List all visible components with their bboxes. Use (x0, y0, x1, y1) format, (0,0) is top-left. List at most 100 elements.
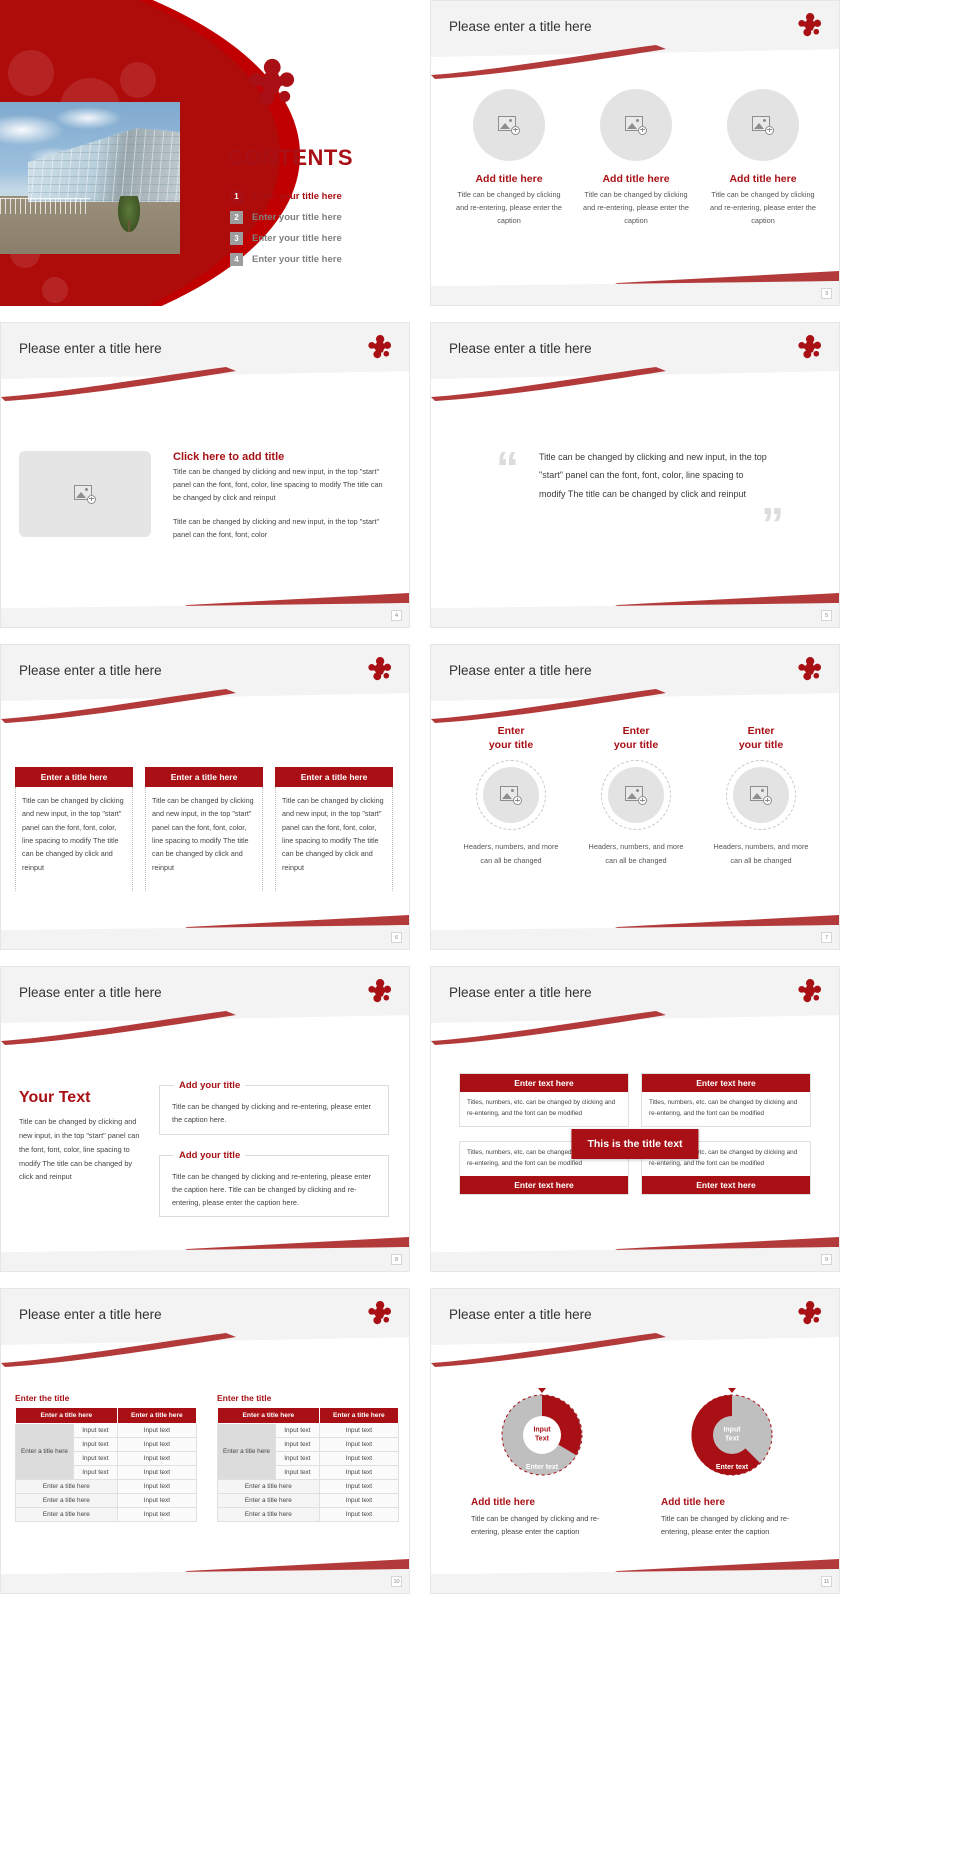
quadrant-body: Titles, numbers, etc. can be changed by … (649, 1099, 798, 1117)
info-box-2[interactable]: Add your title Title can be changed by c… (159, 1150, 389, 1217)
contents-item-1[interactable]: 1 Enter your title here (230, 190, 410, 203)
add-image-icon (625, 785, 647, 805)
image-placeholder-box[interactable] (19, 451, 151, 537)
slide-thumbnail-8[interactable]: Please enter a title here Enter text her… (430, 966, 840, 1272)
table-cell: Input text (116, 1479, 198, 1494)
page-number: 11 (821, 1576, 832, 1587)
page-number: 8 (391, 1254, 402, 1265)
slide-thumbnail-7[interactable]: Please enter a title here Your Text Titl… (0, 966, 410, 1272)
slide-thumbnail-9[interactable]: Please enter a title here Enter the titl… (0, 1288, 410, 1594)
contents-item-3[interactable]: 3 Enter your title here (230, 232, 410, 245)
decor-circle (42, 277, 68, 303)
ring-item[interactable]: Enter your title Headers, numbers, and m… (457, 725, 565, 867)
table-header-row: Enter a title here Enter a title here (217, 1407, 400, 1424)
slide-title: Please enter a title here (19, 1307, 162, 1322)
page-number: 5 (821, 610, 832, 621)
slide-thumbnail-4[interactable]: Please enter a title here “ Title can be… (430, 322, 840, 628)
page-number: 4 (391, 610, 402, 621)
image-placeholder-circle[interactable] (733, 767, 789, 824)
donut-title: Add title here (661, 1497, 725, 1508)
page-number: 10 (391, 1576, 402, 1587)
ring-caption: Headers, numbers, and more can all be ch… (463, 842, 559, 865)
center-title-badge[interactable]: This is the title text (571, 1129, 699, 1159)
image-placeholder-circle[interactable] (600, 89, 672, 161)
table-cell: Input text (73, 1423, 118, 1438)
table-footer-row: Enter a title here Input text (217, 1507, 400, 1522)
slide-footer (431, 1247, 839, 1271)
ring-title: Enter your title (488, 725, 534, 751)
slide-title: Please enter a title here (19, 341, 162, 356)
donut-chart-group: Input Text Enter text Add title here Tit… (467, 1385, 807, 1538)
table-cell: Enter a title here (15, 1493, 118, 1508)
slide-thumbnail-5[interactable]: Please enter a title here Enter a title … (0, 644, 410, 950)
ring-caption: Headers, numbers, and more can all be ch… (713, 842, 809, 865)
image-placeholder-circle[interactable] (727, 89, 799, 161)
card-item[interactable]: Enter a title here Title can be changed … (275, 767, 393, 891)
column-item[interactable]: Add title here Title can be changed by c… (580, 89, 692, 227)
contents-item-2[interactable]: 2 Enter your title here (230, 211, 410, 224)
content-heading: Click here to add title (173, 451, 285, 463)
contents-number: 1 (230, 190, 243, 203)
card-item[interactable]: Enter a title here Title can be changed … (15, 767, 133, 891)
flower-logo-icon (365, 977, 393, 1005)
info-box-1[interactable]: Add your title Title can be changed by c… (159, 1080, 389, 1135)
image-placeholder-circle[interactable] (473, 89, 545, 161)
donut-chart-2[interactable]: Input Text Enter text Add title here Tit… (657, 1385, 807, 1538)
table-group: Enter the title Enter a title here Enter… (15, 1393, 400, 1522)
flower-logo-icon (795, 1299, 823, 1327)
slide-thumbnail-3[interactable]: Please enter a title here Click here to … (0, 322, 410, 628)
table-header-cell: Enter a title here (116, 1407, 198, 1424)
content-paragraph-1: Title can be changed by clicking and new… (173, 467, 383, 502)
slide-thumbnail-2[interactable]: Please enter a title here Add title here… (430, 0, 840, 306)
ring-title: Enter your title (738, 725, 784, 751)
data-table[interactable]: Enter a title here Enter a title here En… (15, 1407, 198, 1522)
image-placeholder-circle[interactable] (483, 767, 539, 824)
dashed-ring (726, 760, 796, 831)
quadrant-caption: Enter text here (642, 1176, 810, 1194)
cover-right-panel: CONTENTS 1 Enter your title here 2 Enter… (180, 0, 410, 306)
table-cell: Input text (275, 1423, 320, 1438)
quote-close-icon: ” (761, 498, 784, 550)
quadrant-caption: Enter text here (460, 1176, 628, 1194)
slide-footer (1, 603, 409, 627)
column-heading: Add title here (729, 173, 797, 185)
table-cell: Input text (73, 1437, 118, 1452)
dashed-ring (601, 760, 671, 831)
donut-title: Add title here (471, 1497, 535, 1508)
contents-label: Enter your title here (252, 191, 342, 202)
table-cell: Enter a title here (217, 1493, 320, 1508)
donut-inner-label: Input Text (723, 1426, 741, 1442)
slide-footer (1, 1247, 409, 1271)
image-placeholder-circle[interactable] (608, 767, 664, 824)
table-row: Enter a title here Input text Input text (217, 1423, 400, 1480)
column-body: Title can be changed by clicking and re-… (583, 190, 689, 225)
slide-thumbnail-1[interactable]: CONTENTS 1 Enter your title here 2 Enter… (0, 0, 410, 306)
flower-logo-icon (795, 655, 823, 683)
table-cell: Input text (73, 1451, 118, 1466)
donut-chart-1[interactable]: Input Text Enter text Add title here Tit… (467, 1385, 617, 1538)
flower-logo-icon (242, 55, 298, 111)
contents-label: Enter your title here (252, 254, 342, 265)
quadrant-cell[interactable]: Enter text here Titles, numbers, etc. ca… (641, 1073, 811, 1127)
column-item[interactable]: Add title here Title can be changed by c… (453, 89, 565, 227)
dashed-ring (476, 760, 546, 831)
data-table[interactable]: Enter a title here Enter a title here En… (217, 1407, 400, 1522)
table-footer-row: Enter a title here Input text (15, 1479, 198, 1494)
slide-title: Please enter a title here (449, 663, 592, 678)
column-item[interactable]: Add title here Title can be changed by c… (707, 89, 819, 227)
slide-title: Please enter a title here (19, 663, 162, 678)
table-side-label: Enter a title here (15, 1423, 74, 1480)
table-cell: Input text (116, 1437, 198, 1452)
info-box-heading: Add your title (174, 1150, 246, 1161)
decor-circle (120, 62, 156, 98)
table-header-row: Enter a title here Enter a title here (15, 1407, 198, 1424)
slide-title: Please enter a title here (449, 985, 592, 1000)
slide-thumbnail-6[interactable]: Please enter a title here Enter your tit… (430, 644, 840, 950)
slide-thumbnail-10[interactable]: Please enter a title here Input Text Ent… (430, 1288, 840, 1594)
ring-item[interactable]: Enter your title Headers, numbers, and m… (582, 725, 690, 867)
card-item[interactable]: Enter a title here Title can be changed … (145, 767, 263, 891)
contents-number: 4 (230, 253, 243, 266)
quadrant-cell[interactable]: Enter text here Titles, numbers, etc. ca… (459, 1073, 629, 1127)
ring-item[interactable]: Enter your title Headers, numbers, and m… (707, 725, 815, 867)
contents-item-4[interactable]: 4 Enter your title here (230, 253, 410, 266)
